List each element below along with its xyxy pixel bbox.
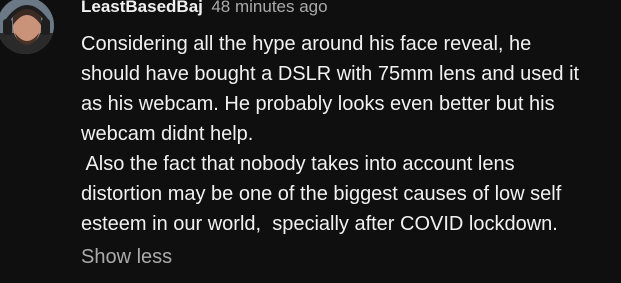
comment-timestamp[interactable]: 48 minutes ago (211, 0, 327, 16)
comment-thread-item: LeastBasedBaj 48 minutes ago Considering… (0, 0, 621, 283)
comment-header: LeastBasedBaj 48 minutes ago (81, 0, 328, 19)
comment-line: Considering all the hype around his face… (81, 33, 532, 55)
comment-line: distortion may be one of the biggest cau… (81, 183, 562, 205)
show-less-button[interactable]: Show less (81, 243, 172, 271)
avatar[interactable] (0, 0, 54, 54)
user-avatar-icon (0, 0, 54, 54)
comment-line: Also the fact that nobody takes into acc… (81, 153, 515, 175)
comment-line: as his webcam. He probably looks even be… (81, 93, 555, 115)
comment-line: webcam didnt help. (81, 123, 254, 145)
author-name[interactable]: LeastBasedBaj (81, 0, 203, 16)
comment-line: esteem in our world, specially after COV… (81, 213, 558, 235)
comment-line: should have bought a DSLR with 75mm lens… (81, 63, 580, 85)
comment-text: Considering all the hype around his face… (81, 29, 611, 239)
